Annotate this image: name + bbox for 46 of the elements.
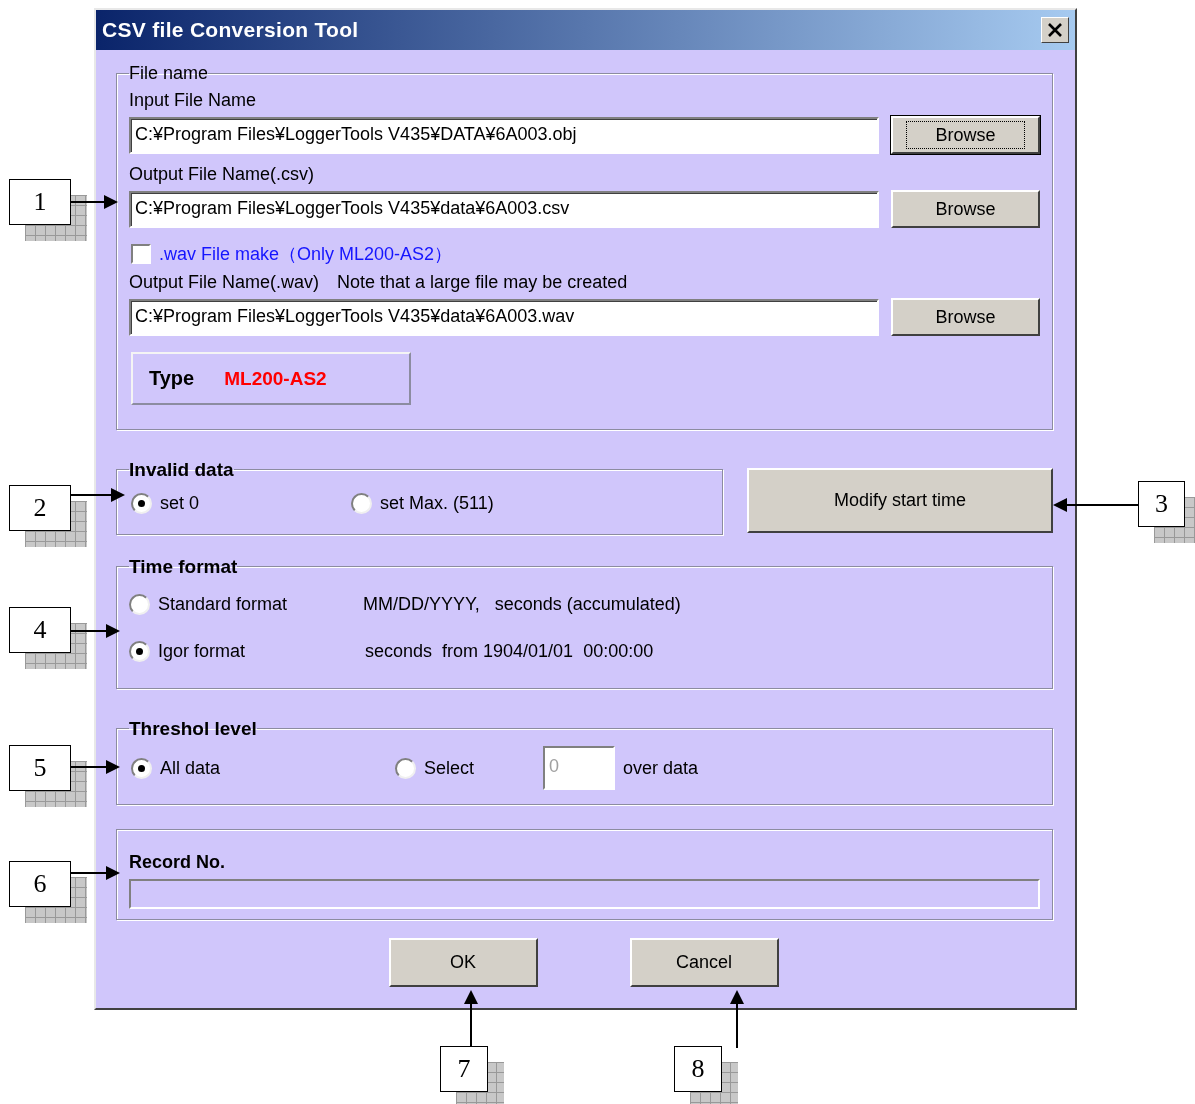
- dialog-button[interactable]: Cancel: [629, 938, 779, 987]
- group-title: File name: [129, 63, 209, 83]
- callout-arrow: [70, 624, 120, 638]
- output-file-field[interactable]: C:¥Program Files¥LoggerTools V435¥data¥6A003.csv: [129, 190, 879, 228]
- callout-arrow: [70, 488, 125, 502]
- callout-number: 4: [9, 607, 71, 653]
- window-title: CSV file Conversion Tool: [102, 18, 359, 42]
- checkbox[interactable]: .wav File make（Only ML200-AS2）: [131, 242, 1040, 266]
- callout-arrow: [70, 866, 120, 880]
- field-label: Output File Name(.wav): [129, 272, 320, 293]
- output-file-field[interactable]: C:¥Program Files¥LoggerTools V435¥data¥6A003.wav: [129, 298, 879, 336]
- group-title: Invalid data: [129, 459, 234, 480]
- callout-number: 7: [440, 1046, 488, 1092]
- close-icon: [1047, 23, 1063, 37]
- callout-number: 2: [9, 485, 71, 531]
- input-file-field[interactable]: C:¥Program Files¥LoggerTools V435¥DATA¥6A003.obj: [129, 116, 879, 154]
- callout-number: 1: [9, 179, 71, 225]
- type-value: ML200-AS2: [224, 367, 327, 390]
- dialog-button[interactable]: OK: [388, 938, 538, 987]
- callout-arrow: [70, 760, 120, 774]
- field-suffix: over data: [623, 757, 699, 779]
- callout-number: 5: [9, 745, 71, 791]
- radio-button[interactable]: set Max. (511): [351, 493, 494, 514]
- callout-number: 8: [674, 1046, 722, 1092]
- field-label: Input File Name: [129, 90, 258, 111]
- group-title: Time format: [129, 556, 238, 577]
- browse-button[interactable]: Browse: [891, 298, 1040, 336]
- field-label: Output File Name(.csv): [129, 164, 316, 185]
- format-description: seconds from 1904/01/01 00:00:00: [365, 641, 654, 662]
- callout-arrow: [464, 990, 478, 1047]
- radio-button[interactable]: set 0: [131, 493, 351, 514]
- modify-start-time-button[interactable]: Modify start time: [747, 468, 1053, 533]
- type-label: Type: [149, 367, 195, 390]
- callout-arrow: [730, 990, 744, 1049]
- radio-button[interactable]: All data: [131, 757, 395, 779]
- callout-arrow: [70, 195, 118, 209]
- format-description: MM/DD/YYYY, seconds (accumulated): [363, 594, 681, 615]
- record-label: Record No.: [129, 852, 226, 873]
- close-button[interactable]: [1041, 17, 1069, 43]
- callout-number: 3: [1138, 481, 1185, 527]
- note-text: Note that a large file may be created: [337, 272, 628, 293]
- callout-number: 6: [9, 861, 71, 907]
- browse-button[interactable]: Browse: [891, 116, 1040, 154]
- radio-button[interactable]: Select: [395, 757, 543, 779]
- group-title: Threshol level: [129, 718, 257, 739]
- browse-button[interactable]: Browse: [891, 190, 1040, 228]
